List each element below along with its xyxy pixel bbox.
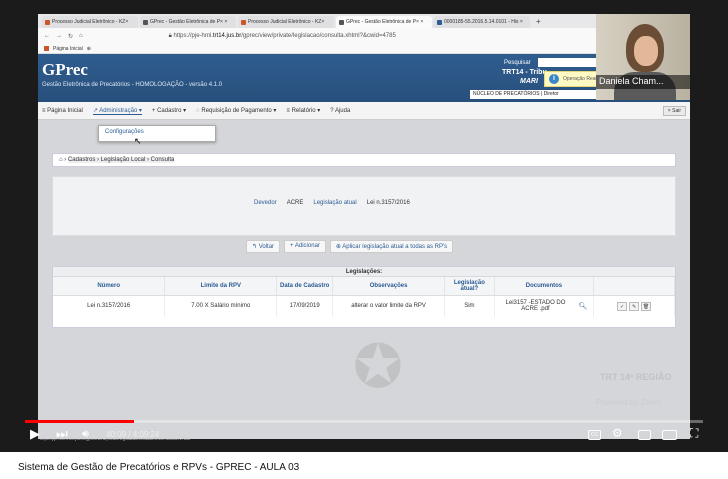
table-header-row: Número Limite da RPV Data de Cadastro Ob…	[53, 277, 675, 296]
cell-atual: Sim	[444, 295, 495, 317]
breadcrumb: ⌂ › Cadastros › Legislação Local › Consu…	[52, 153, 676, 167]
col-header-documentos[interactable]: Documentos	[494, 277, 595, 296]
bookmarks-bar: Página Inicial ⊕	[38, 44, 690, 54]
main-nav: ≡ Página Inicial ↗ Administração ▾ + Cad…	[38, 102, 690, 120]
info-icon: i	[549, 74, 559, 84]
settings-icon[interactable]: ⚙	[612, 426, 623, 440]
cell-numero: Lei n.3157/2016	[53, 295, 166, 317]
table-caption: Legislações:	[53, 267, 675, 277]
back-icon[interactable]: ←	[44, 33, 50, 39]
globe-icon[interactable]: ⊕	[87, 46, 91, 52]
menu-item-configuracoes[interactable]: Configurações	[105, 129, 144, 135]
youtube-player-page: Processo Judicial Eletrônico - KZ× GPrec…	[0, 0, 728, 479]
address-bar: ← → ↻ ⌂ 🔒︎ https://pje-hml.trt14.jus.br/…	[38, 28, 690, 44]
reload-icon[interactable]: ↻	[68, 33, 73, 40]
search-label: Pesquisar	[504, 60, 531, 66]
browser-tab[interactable]: Processo Judicial Eletrônico - KZ×	[238, 16, 334, 28]
search-icon[interactable]: 🔍︎	[578, 302, 587, 310]
video-player[interactable]: Processo Judicial Eletrônico - KZ× GPrec…	[0, 0, 728, 452]
favicon-icon	[437, 19, 442, 25]
theater-icon[interactable]	[662, 430, 677, 440]
current-law-label: Legislação atual	[313, 200, 357, 206]
nav-item-relatorio[interactable]: ≡ Relatório ▾	[286, 107, 320, 114]
nav-item-cadastro[interactable]: + Cadastro ▾	[152, 107, 186, 114]
legislation-table: Legislações: Número Limite da RPV Data d…	[52, 266, 676, 328]
info-panel	[52, 176, 676, 236]
browser-tab[interactable]: Processo Judicial Eletrônico - KZ×	[42, 16, 138, 28]
cell-limite: 7.00 X Salário mínimo	[164, 295, 278, 317]
nav-item-ajuda[interactable]: ? Ajuda	[330, 108, 350, 114]
shared-screen: Processo Judicial Eletrônico - KZ× GPrec…	[38, 14, 690, 439]
mouse-cursor-icon: ↖	[134, 136, 142, 146]
table-row: Lei n.3157/2016 7.00 X Salário mínimo 17…	[53, 295, 675, 317]
nav-item-home[interactable]: ≡ Página Inicial	[42, 108, 83, 114]
col-header-atual[interactable]: Legislação atual?	[444, 277, 495, 296]
admin-dropdown: Configurações	[98, 125, 216, 142]
browser-tab[interactable]: GPrec - Gestão Eletrônica de P× ×	[140, 16, 236, 28]
app-title: GPrec	[42, 60, 88, 79]
debtor-value: ACRE	[286, 200, 304, 206]
subtitles-icon[interactable]: CC	[588, 430, 601, 440]
user-name: MARI	[520, 78, 538, 85]
add-button[interactable]: + Adicionar	[284, 240, 326, 253]
check-icon[interactable]: ✓	[617, 301, 628, 311]
browser-tab-bar: Processo Judicial Eletrônico - KZ× GPrec…	[38, 14, 690, 28]
delete-icon[interactable]: 🗑	[641, 301, 652, 311]
cell-documentos: Lei3157 -ESTADO DO ACRE .pdf 🔍︎	[494, 295, 595, 317]
favicon-icon	[45, 19, 50, 25]
current-law-value: Lei n.3157/2016	[366, 200, 410, 206]
fullscreen-icon[interactable]: ⛶	[690, 426, 698, 441]
nav-item-administracao[interactable]: ↗ Administração ▾	[92, 107, 142, 115]
play-icon[interactable]: ▶	[30, 426, 40, 442]
favicon-icon	[339, 19, 344, 25]
favicon-icon	[241, 19, 246, 25]
url-field[interactable]: 🔒︎ https://pje-hml.trt14.jus.br/gprec/vi…	[169, 33, 396, 40]
col-header-obs[interactable]: Observações	[332, 277, 445, 296]
webcam-name: Daniela Cham...	[596, 75, 690, 89]
col-header-numero[interactable]: Número	[53, 277, 166, 296]
document-link[interactable]: Lei3157 -ESTADO DO ACRE .pdf	[500, 300, 570, 312]
cell-obs: alterar o valor limite da RPV	[332, 295, 445, 317]
time-display: 40:09 / 4:09:24	[106, 430, 160, 439]
search-input[interactable]	[538, 58, 604, 67]
miniplayer-icon[interactable]	[638, 430, 651, 440]
edit-icon[interactable]: ✎	[629, 301, 640, 311]
player-controls: ▶ ⏭ 🔊︎ 40:09 / 4:09:24 CC ⚙ ⛶	[0, 424, 728, 448]
volume-icon[interactable]: 🔊︎	[82, 428, 89, 441]
video-title: Sistema de Gestão de Precatórios e RPVs …	[18, 462, 300, 473]
col-header-actions	[593, 277, 675, 296]
court-label: TRT14 - Tribu	[502, 69, 547, 76]
cell-actions: ✓ ✎ 🗑	[593, 295, 675, 317]
col-header-limite[interactable]: Limite da RPV	[164, 277, 278, 296]
back-button[interactable]: ↰ Voltar	[246, 240, 281, 253]
right-panel	[690, 100, 728, 420]
nav-item-requisicao[interactable]: ◌ Requisição de Pagamento ▾	[196, 107, 276, 114]
bookmark-item[interactable]: Página Inicial	[53, 46, 83, 52]
debtor-info: Devedor ACRE Legislação atual Lei n.3157…	[254, 200, 410, 206]
progress-bar[interactable]	[25, 420, 703, 423]
forward-icon[interactable]: →	[56, 33, 62, 39]
col-header-data[interactable]: Data de Cadastro	[276, 277, 334, 296]
brand-label: TRT 14ª REGIÃO	[600, 372, 672, 382]
favicon-icon	[143, 19, 148, 25]
app-subtitle: Gestão Eletrônica de Precatórios - HOMOL…	[42, 82, 223, 88]
browser-tab[interactable]: 0000185-55.2016.5.14.0101 - His ×	[434, 16, 530, 28]
debtor-label: Devedor	[254, 200, 277, 206]
home-icon[interactable]: ⌂	[79, 33, 83, 39]
new-tab-button[interactable]: +	[532, 16, 545, 28]
favicon-icon	[44, 46, 49, 51]
breadcrumb-trail: Cadastros › Legislação Local › Consulta	[67, 157, 175, 163]
powered-by-label: Powered by Zoom	[596, 398, 661, 407]
action-buttons: ↰ Voltar + Adicionar ⊕ Aplicar legislaçã…	[246, 240, 454, 253]
progress-fill	[25, 420, 135, 423]
browser-tab-active[interactable]: GPrec - Gestão Eletrônica de P× ×	[336, 16, 432, 28]
cell-data: 17/09/2019	[276, 295, 334, 317]
apply-all-button[interactable]: ⊕ Aplicar legislação atual a todas as RP…	[329, 240, 454, 253]
next-icon[interactable]: ⏭	[56, 426, 68, 442]
home-crumb[interactable]: ⌂ ›	[59, 157, 66, 163]
logout-button[interactable]: × Sair	[662, 106, 686, 116]
app-header: GPrec Gestão Eletrônica de Precatórios -…	[38, 54, 690, 102]
